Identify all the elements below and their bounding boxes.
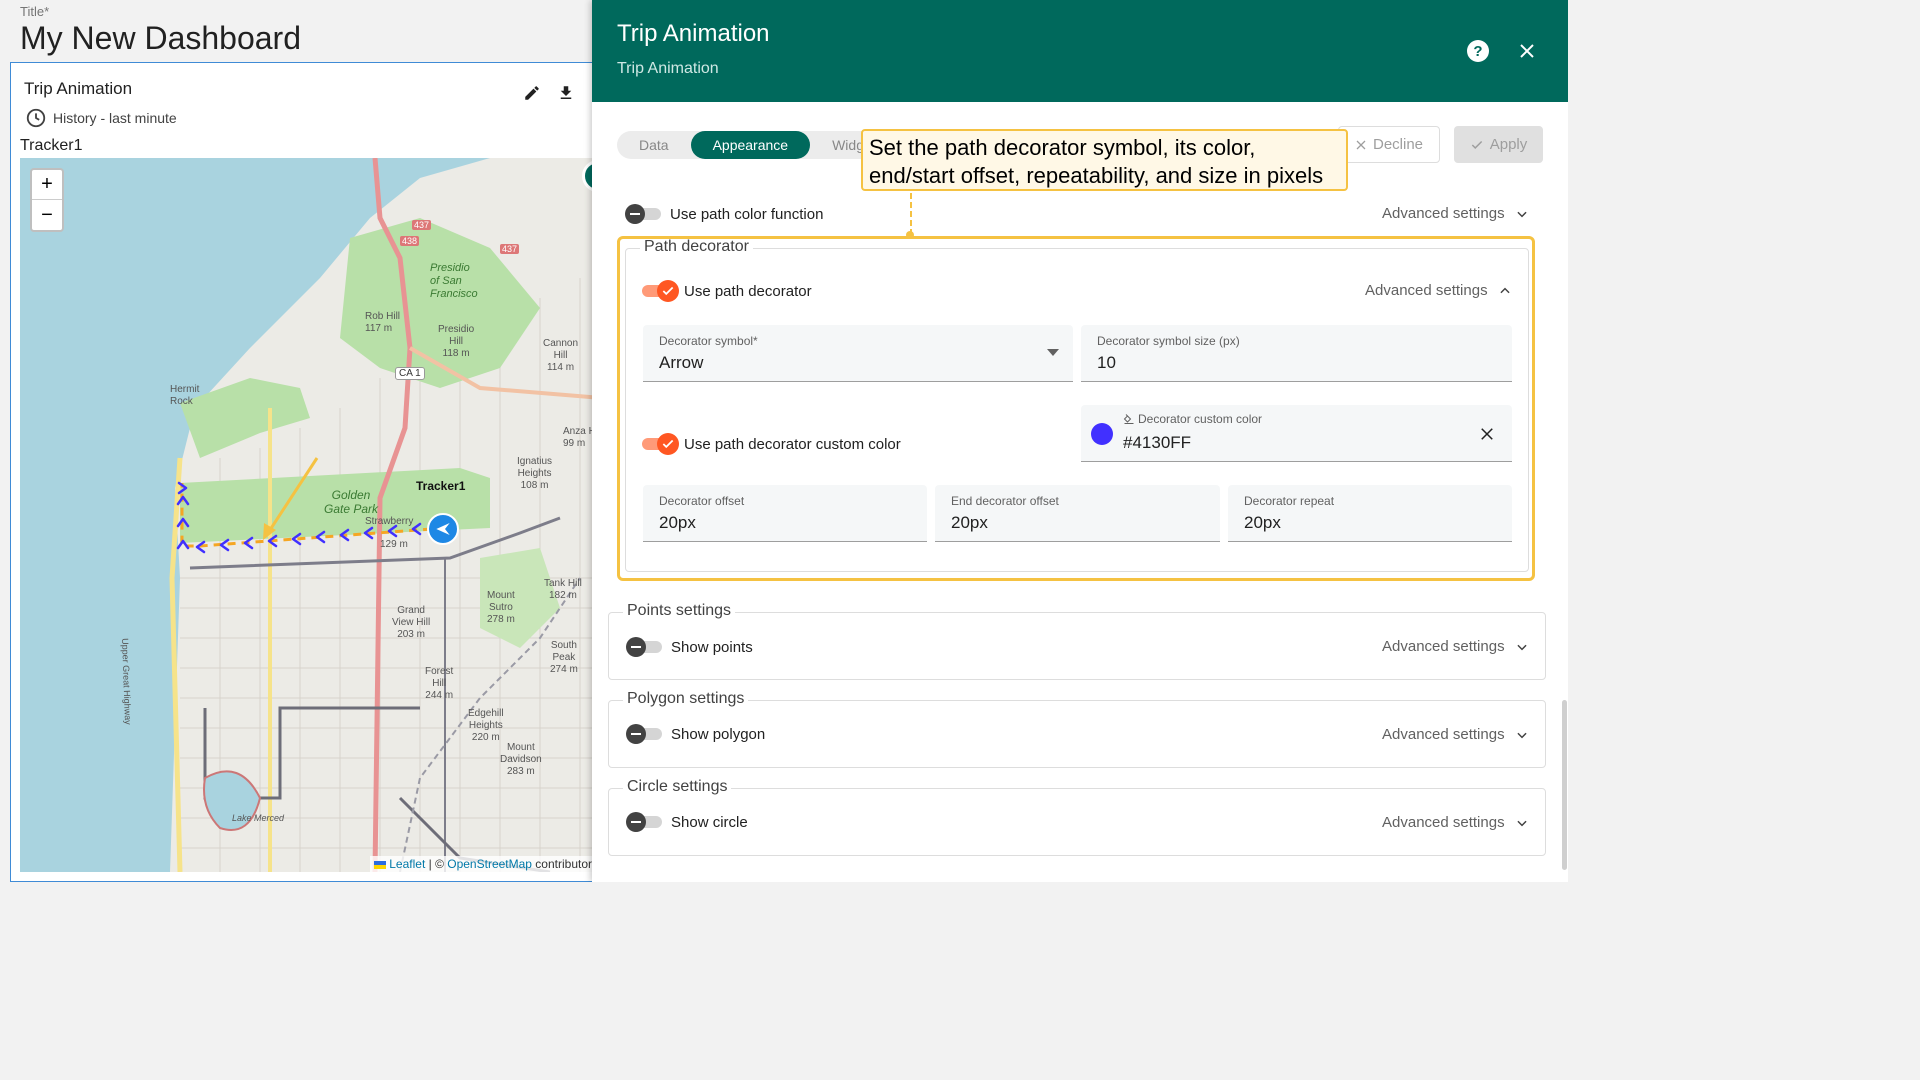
leaflet-link[interactable]: Leaflet [389,857,425,871]
svg-text:?: ? [1473,43,1482,60]
panel-subtitle: Trip Animation [617,60,719,77]
advanced-settings-label: Advanced settings [1382,814,1505,831]
clock-icon [26,108,46,128]
decline-button[interactable]: Decline [1338,126,1440,163]
panel-scrollbar[interactable] [1562,700,1567,870]
apply-button[interactable]: Apply [1454,126,1543,163]
path-color-function-toggle[interactable] [625,204,661,224]
path-color-function-row: Use path color function [625,204,823,224]
advanced-settings-label: Advanced settings [1382,726,1505,743]
polygon-settings-section: Polygon settings Show polygon Advanced s… [608,690,1546,768]
check-icon [1471,140,1482,149]
attribution-suffix: contributors [531,857,598,871]
chevron-down-icon [1516,211,1527,217]
show-points-label: Show points [671,638,753,656]
tracker-label: Tracker1 [20,137,83,154]
show-points-row: Show points [626,637,753,657]
show-circle-row: Show circle [626,812,748,832]
circle-advanced-toggle[interactable]: Advanced settings [1382,814,1529,831]
map-attribution: Leaflet | © OpenStreetMap contributors [369,856,602,872]
timewindow-label: History - last minute [53,110,177,126]
show-circle-label: Show circle [671,813,748,831]
points-settings-section: Points settings Show points Advanced set… [608,602,1546,680]
title-field-label: Title* [20,4,50,19]
attribution-separator: | © [425,857,448,871]
panel-header: Trip Animation Trip Animation ? [592,0,1568,102]
chevron-down-icon [1516,820,1527,826]
show-circle-toggle[interactable] [626,812,662,832]
polygon-advanced-toggle[interactable]: Advanced settings [1382,726,1529,743]
tooltip-connector [910,193,912,235]
points-settings-legend: Points settings [623,602,736,620]
tutorial-highlight [617,236,1535,581]
zoom-in-button[interactable]: + [32,170,62,200]
decline-label: Decline [1372,136,1424,153]
download-icon[interactable] [556,83,576,103]
edit-icon[interactable] [522,83,542,103]
zoom-control: + − [30,168,64,232]
circle-settings-legend: Circle settings [623,778,732,796]
tutorial-tooltip: Set the path decorator symbol, its color… [861,129,1348,191]
ukraine-flag-icon [373,860,386,869]
map-view[interactable]: Presidio of San Francisco Rob Hill 117 m… [20,158,602,872]
help-icon[interactable]: ? [1465,38,1491,64]
points-advanced-toggle[interactable]: Advanced settings [1382,638,1529,655]
widget-title: Trip Animation [24,79,133,98]
close-icon [1356,140,1366,149]
widget-timewindow[interactable]: History - last minute [25,107,177,129]
tooltip-anchor-dot [906,231,914,239]
chevron-down-icon [1516,732,1527,738]
tracker-marker-icon[interactable] [427,513,459,545]
apply-label: Apply [1489,136,1528,153]
dashboard-header: Title* My New Dashboard [0,0,600,64]
advanced-settings-label: Advanced settings [1382,638,1505,655]
panel-title: Trip Animation [617,20,770,47]
dashboard-title-input[interactable]: My New Dashboard [20,20,301,57]
advanced-settings-label: Advanced settings [1382,205,1505,222]
path-color-function-label: Use path color function [670,205,824,223]
tab-appearance[interactable]: Appearance [690,131,811,159]
tab-data[interactable]: Data [617,131,691,159]
zoom-out-button[interactable]: − [32,200,62,230]
tracker-marker-label: Tracker1 [416,479,466,493]
trip-path [176,457,446,554]
show-polygon-row: Show polygon [626,724,765,744]
osm-link[interactable]: OpenStreetMap [447,857,532,871]
settings-tabs: Data Appearance Widg [617,131,886,159]
trip-animation-widget: Trip Animation History - last minute Tra… [10,62,610,882]
chevron-down-icon [1516,644,1527,650]
show-polygon-label: Show polygon [671,725,766,743]
circle-settings-section: Circle settings Show circle Advanced set… [608,778,1546,856]
close-panel-icon[interactable] [1514,38,1540,64]
polygon-settings-legend: Polygon settings [623,690,749,708]
path-color-advanced-toggle[interactable]: Advanced settings [1382,205,1529,222]
show-points-toggle[interactable] [626,637,662,657]
show-polygon-toggle[interactable] [626,724,662,744]
